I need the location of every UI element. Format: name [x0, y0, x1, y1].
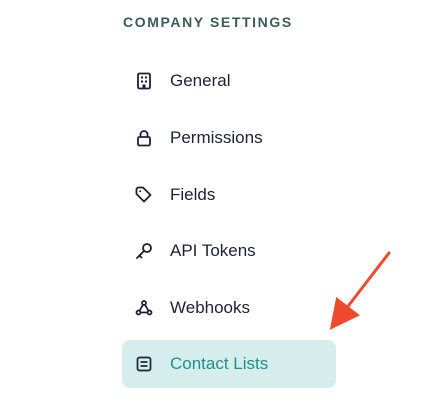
sidebar-item-api-tokens[interactable]: API Tokens — [122, 227, 336, 275]
lock-icon — [134, 128, 154, 148]
webhook-icon — [134, 298, 154, 318]
sidebar-item-label: Contact Lists — [170, 354, 269, 373]
key-icon — [134, 241, 154, 261]
sidebar-item-fields[interactable]: Fields — [122, 171, 336, 219]
section-title: COMPANY SETTINGS — [123, 14, 293, 30]
sidebar-item-general[interactable]: General — [122, 57, 336, 105]
sidebar-item-permissions[interactable]: Permissions — [122, 114, 336, 162]
tag-icon — [134, 185, 154, 205]
sidebar-item-label: Permissions — [170, 128, 263, 147]
sidebar-item-label: General — [170, 71, 231, 90]
sidebar-item-label: API Tokens — [170, 241, 256, 260]
sidebar-item-label: Fields — [170, 185, 216, 204]
sidebar-item-label: Webhooks — [170, 298, 251, 317]
list-icon — [134, 354, 154, 374]
sidebar-item-webhooks[interactable]: Webhooks — [122, 284, 336, 332]
sidebar-item-contact-lists[interactable]: Contact Lists — [122, 340, 336, 388]
building-icon — [134, 71, 154, 91]
